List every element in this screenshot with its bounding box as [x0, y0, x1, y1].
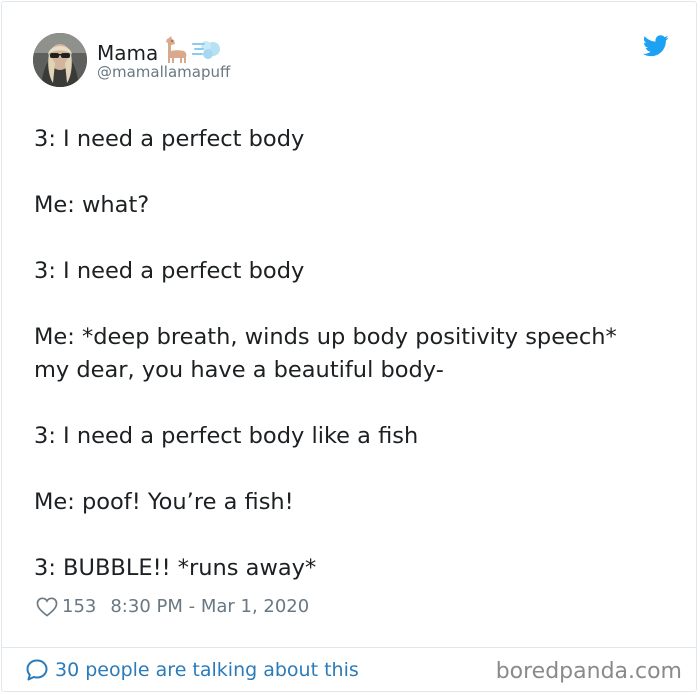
tweet-line: my dear, you have a beautiful body- — [34, 357, 444, 383]
tweet-blank-line — [34, 453, 674, 486]
footer-divider — [2, 647, 696, 648]
tweet-line: 3: I need a perfect body like a fish — [34, 423, 419, 449]
like-count[interactable]: 153 — [62, 596, 96, 617]
tweet-line: Me: what? — [34, 192, 150, 218]
boredpanda-watermark: boredpanda.com — [495, 659, 682, 684]
avatar[interactable] — [33, 33, 87, 87]
tweet-blank-line — [34, 222, 674, 255]
tweet-text: 3: I need a perfect body Me: what? 3: I … — [34, 123, 674, 585]
tweet-blank-line — [34, 519, 674, 552]
tweet-line: 3: BUBBLE!! *runs away* — [34, 555, 317, 581]
speech-bubble-icon — [26, 659, 48, 681]
tweet-blank-line — [34, 288, 674, 321]
author-handle[interactable]: @mamallamapuff — [97, 63, 230, 81]
talking-link[interactable]: 30 people are talking about this — [25, 658, 359, 682]
tweet-line: 3: I need a perfect body — [34, 258, 305, 284]
display-name[interactable]: Mama — [97, 41, 158, 65]
tweet-timestamp[interactable]: 8:30 PM - Mar 1, 2020 — [110, 596, 309, 617]
tweet-meta: 153 8:30 PM - Mar 1, 2020 — [36, 596, 309, 617]
tweet-blank-line — [34, 387, 674, 420]
tweet-line: 3: I need a perfect body — [34, 126, 305, 152]
talking-label[interactable]: 30 people are talking about this — [55, 659, 359, 681]
tweet-blank-line — [34, 156, 674, 189]
heart-icon[interactable] — [36, 597, 58, 617]
avatar-photo — [33, 33, 87, 87]
tweet-line: Me: poof! You’re a fish! — [34, 489, 294, 515]
twitter-bird-icon[interactable] — [643, 35, 669, 57]
tweet-card: Mama @mamallamapuff 3: I need a perfect … — [1, 1, 697, 692]
tweet-line: Me: *deep breath, winds up body positivi… — [34, 324, 617, 350]
